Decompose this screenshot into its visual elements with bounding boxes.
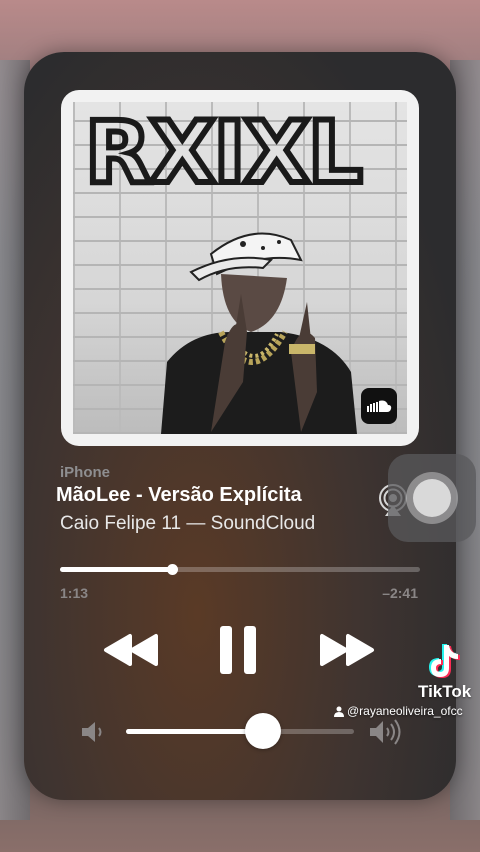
pause-icon[interactable] — [218, 624, 258, 676]
playback-scrubber-knob[interactable] — [166, 564, 178, 575]
output-device-label: iPhone — [60, 464, 111, 481]
track-artist: Caio Felipe 11 — SoundCloud — [60, 513, 316, 534]
artist-photo — [161, 232, 357, 434]
user-icon — [334, 706, 344, 717]
remaining-time: –2:41 — [382, 585, 418, 601]
fast-forward-icon[interactable] — [318, 632, 376, 668]
album-art: RXIXL — [61, 90, 419, 446]
tiktok-logo-icon — [429, 644, 460, 678]
tiktok-username-text: @rayaneoliveira_ofcc — [347, 704, 463, 718]
soundcloud-icon — [361, 388, 397, 424]
playback-scrubber[interactable] — [60, 564, 420, 575]
elapsed-time: 1:13 — [60, 585, 89, 601]
volume-fill — [126, 729, 263, 734]
track-title: MãoLee - Versão Explícita — [56, 484, 302, 506]
tiktok-username: @rayaneoliveira_ofcc — [334, 704, 463, 718]
rewind-icon[interactable] — [102, 632, 160, 668]
tiktok-brand-text: TikTok — [418, 682, 472, 701]
album-art-image: RXIXL — [73, 102, 407, 434]
volume-slider-knob[interactable] — [244, 713, 281, 749]
now-playing-card: RXIXL iPhone MãoLee - Versão Explícita C… — [24, 52, 456, 800]
speaker-high-icon — [370, 719, 401, 745]
assistive-touch-button[interactable] — [388, 454, 476, 542]
volume-slider[interactable] — [126, 713, 354, 749]
speaker-low-icon — [82, 722, 102, 742]
playback-progress-fill — [60, 567, 172, 572]
